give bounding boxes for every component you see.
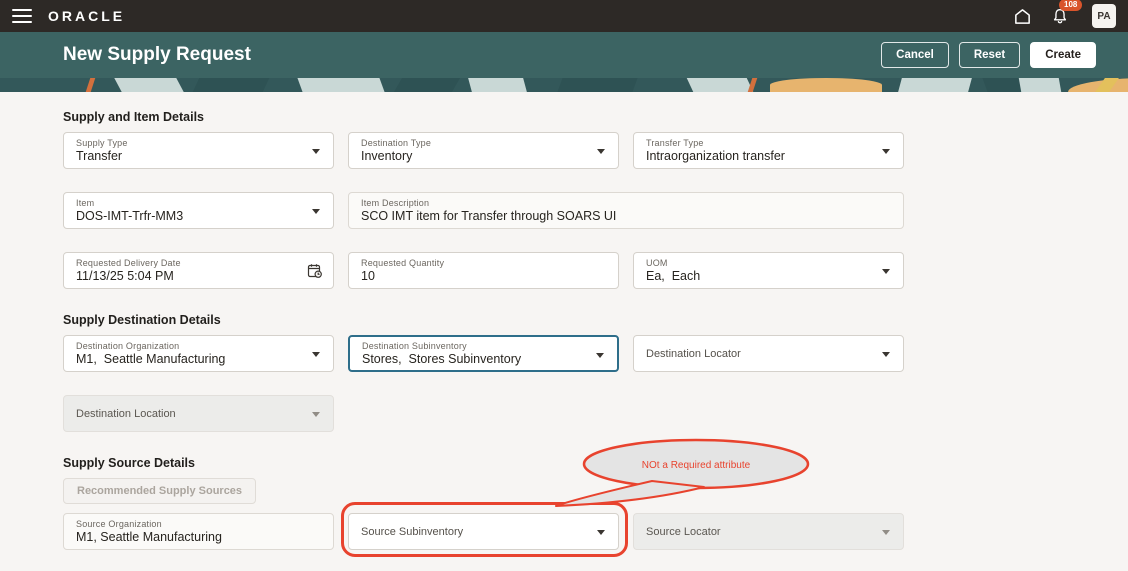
section-title-supply-destination-details: Supply Destination Details <box>63 313 221 327</box>
chevron-down-icon <box>597 149 605 154</box>
pattern-shape <box>1018 78 1062 92</box>
banner-decorative-pattern <box>0 78 1128 92</box>
source-organization-value: M1, Seattle Manufacturing <box>76 530 222 544</box>
source-organization-label: Source Organization <box>76 519 162 529</box>
pattern-shape <box>770 78 882 92</box>
pattern-shape <box>747 78 758 92</box>
destination-type-label: Destination Type <box>361 138 432 148</box>
chevron-down-icon <box>882 530 890 535</box>
pattern-shape <box>468 78 527 92</box>
destination-location-label: Destination Location <box>76 407 176 420</box>
item-field[interactable]: Item DOS-IMT-Trfr-MM3 <box>63 192 334 229</box>
destination-organization-label: Destination Organization <box>76 341 180 351</box>
chevron-down-icon <box>312 209 320 214</box>
supply-type-value: Transfer <box>76 149 123 163</box>
hamburger-menu-icon[interactable] <box>12 9 32 23</box>
destination-subinventory-label: Destination Subinventory <box>362 341 467 351</box>
pattern-shape <box>898 78 972 92</box>
requested-delivery-date-value: 11/13/25 5:04 PM <box>76 269 174 283</box>
chevron-down-icon <box>882 269 890 274</box>
transfer-type-label: Transfer Type <box>646 138 704 148</box>
item-description-label: Item Description <box>361 198 430 208</box>
transfer-type-value: Intraorganization transfer <box>646 149 785 163</box>
requested-delivery-date-label: Requested Delivery Date <box>76 258 181 268</box>
uom-value: Ea, Each <box>646 269 701 283</box>
uom-field[interactable]: UOM Ea, Each <box>633 252 904 289</box>
create-button[interactable]: Create <box>1030 42 1096 68</box>
chevron-down-icon <box>312 149 320 154</box>
pattern-shape <box>297 78 385 92</box>
oracle-logo: ORACLE <box>48 8 126 24</box>
destination-type-value: Inventory <box>361 149 413 163</box>
reset-button[interactable]: Reset <box>958 42 1021 68</box>
chevron-down-icon <box>596 353 604 358</box>
chevron-down-icon <box>312 352 320 357</box>
item-description-value: SCO IMT item for Transfer through SOARS … <box>361 209 617 223</box>
supply-type-label: Supply Type <box>76 138 128 148</box>
item-value: DOS-IMT-Trfr-MM3 <box>76 209 184 223</box>
requested-quantity-label: Requested Quantity <box>361 258 445 268</box>
item-label: Item <box>76 198 95 208</box>
source-organization-field: Source Organization M1, Seattle Manufact… <box>63 513 334 550</box>
source-locator-label: Source Locator <box>646 525 721 538</box>
pattern-shape <box>686 78 754 92</box>
section-title-supply-item-details: Supply and Item Details <box>63 110 205 124</box>
notifications-bell-icon[interactable]: 108 <box>1050 0 1083 26</box>
notification-count-badge: 108 <box>1059 0 1083 11</box>
requested-quantity-field[interactable]: Requested Quantity 10 <box>348 252 619 289</box>
destination-locator-field[interactable]: Destination Locator <box>633 335 904 372</box>
transfer-type-field[interactable]: Transfer Type Intraorganization transfer <box>633 132 904 169</box>
form-content: Supply and Item Details Supply Type Tran… <box>0 110 1128 571</box>
chevron-down-icon <box>882 352 890 357</box>
supply-type-field[interactable]: Supply Type Transfer <box>63 132 334 169</box>
pattern-shape <box>192 78 270 92</box>
source-subinventory-field[interactable]: Source Subinventory <box>348 513 619 550</box>
source-subinventory-label: Source Subinventory <box>361 525 464 538</box>
pattern-shape <box>557 78 638 92</box>
destination-location-field: Destination Location <box>63 395 334 432</box>
pattern-shape <box>114 78 184 92</box>
section-title-supply-source-details: Supply Source Details <box>63 456 195 470</box>
home-icon[interactable] <box>1012 6 1032 26</box>
chevron-down-icon <box>882 149 890 154</box>
destination-organization-value: M1, Seattle Manufacturing <box>76 352 226 366</box>
calendar-clock-icon[interactable] <box>307 263 323 284</box>
chevron-down-icon <box>597 530 605 535</box>
user-avatar[interactable]: PA <box>1092 4 1116 28</box>
chevron-down-icon <box>312 412 320 417</box>
pattern-shape <box>393 78 461 92</box>
pattern-shape <box>85 78 96 92</box>
source-locator-field: Source Locator <box>633 513 904 550</box>
page-header-banner: New Supply Request Cancel Reset Create <box>0 32 1128 78</box>
top-navigation-bar: ORACLE 108 PA <box>0 0 1128 32</box>
page-title: New Supply Request <box>63 44 251 65</box>
destination-type-field[interactable]: Destination Type Inventory <box>348 132 619 169</box>
requested-delivery-date-field[interactable]: Requested Delivery Date 11/13/25 5:04 PM <box>63 252 334 289</box>
destination-organization-field[interactable]: Destination Organization M1, Seattle Man… <box>63 335 334 372</box>
item-description-field: Item Description SCO IMT item for Transf… <box>348 192 904 229</box>
destination-locator-label: Destination Locator <box>646 347 741 360</box>
destination-subinventory-value: Stores, Stores Subinventory <box>362 352 522 366</box>
recommended-supply-sources-button: Recommended Supply Sources <box>63 478 257 504</box>
destination-subinventory-field[interactable]: Destination Subinventory Stores, Stores … <box>348 335 619 372</box>
cancel-button[interactable]: Cancel <box>881 42 949 68</box>
requested-quantity-value: 10 <box>361 269 375 283</box>
uom-label: UOM <box>646 258 668 268</box>
